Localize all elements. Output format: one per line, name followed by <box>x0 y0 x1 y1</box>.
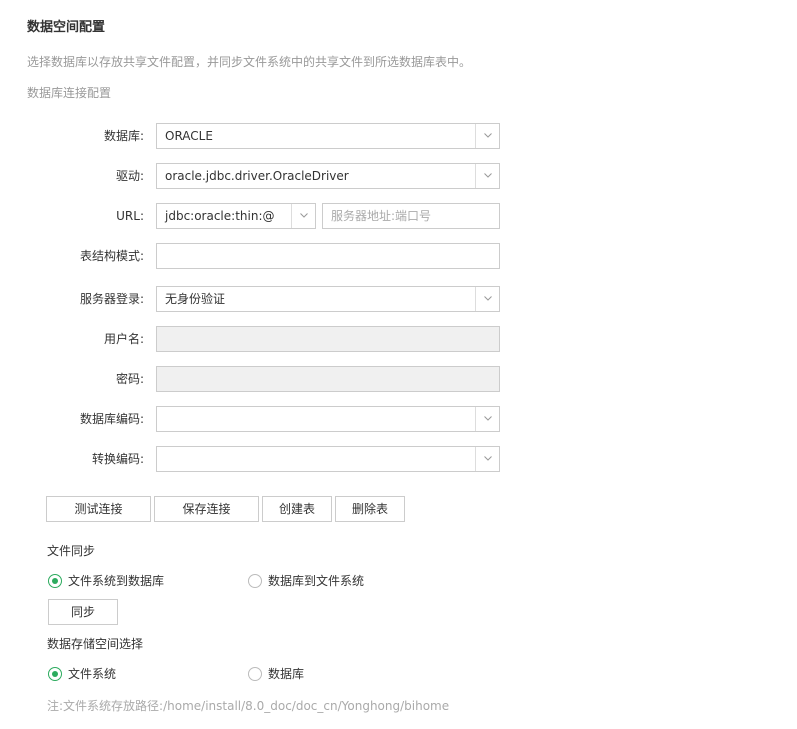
driver-label: 驱动: <box>115 169 144 183</box>
radio-db-to-fs-label: 数据库到文件系统 <box>268 574 365 588</box>
page-description: 选择数据库以存放共享文件配置，并同步文件系统中的共享文件到所选数据库表中。 <box>27 55 472 69</box>
storage-title: 数据存储空间选择 <box>47 637 144 651</box>
schema-label: 表结构模式: <box>79 249 144 263</box>
convert-encoding-select[interactable] <box>156 446 500 472</box>
username-input <box>156 326 500 352</box>
radio-unchecked-icon <box>248 574 262 588</box>
create-table-button[interactable]: 创建表 <box>262 496 332 522</box>
server-login-label: 服务器登录: <box>79 292 144 306</box>
database-value: ORACLE <box>165 129 213 143</box>
delete-table-button[interactable]: 删除表 <box>335 496 405 522</box>
schema-input[interactable] <box>156 243 500 269</box>
row-database: 数据库: ORACLE <box>0 123 520 149</box>
row-schema: 表结构模式: <box>0 243 520 269</box>
sync-button[interactable]: 同步 <box>48 599 118 625</box>
chevron-down-icon[interactable] <box>475 124 499 148</box>
database-select[interactable]: ORACLE <box>156 123 500 149</box>
url-prefix-select[interactable]: jdbc:oracle:thin:@ <box>156 203 316 229</box>
chevron-down-icon[interactable] <box>475 407 499 431</box>
password-label: 密码: <box>115 372 144 386</box>
section-label-db-connection: 数据库连接配置 <box>27 86 112 100</box>
row-driver: 驱动: oracle.jdbc.driver.OracleDriver <box>0 163 520 189</box>
driver-value: oracle.jdbc.driver.OracleDriver <box>165 169 349 183</box>
db-encoding-select[interactable] <box>156 406 500 432</box>
radio-checked-icon <box>48 574 62 588</box>
chevron-down-icon[interactable] <box>475 287 499 311</box>
row-server-login: 服务器登录: 无身份验证 <box>0 286 520 312</box>
radio-storage-fs-label: 文件系统 <box>68 667 117 681</box>
convert-encoding-label: 转换编码: <box>91 452 144 466</box>
url-host-input[interactable] <box>322 203 500 229</box>
server-login-select[interactable]: 无身份验证 <box>156 286 500 312</box>
db-encoding-label: 数据库编码: <box>79 412 144 426</box>
row-convert-encoding: 转换编码: <box>0 446 520 472</box>
password-input <box>156 366 500 392</box>
database-label: 数据库: <box>103 129 144 143</box>
file-sync-title: 文件同步 <box>47 544 96 558</box>
url-prefix-value: jdbc:oracle:thin:@ <box>165 209 275 223</box>
test-connection-button[interactable]: 测试连接 <box>46 496 151 522</box>
radio-fs-to-db-label: 文件系统到数据库 <box>68 574 165 588</box>
row-db-encoding: 数据库编码: <box>0 406 520 432</box>
url-label: URL: <box>116 209 144 223</box>
radio-checked-icon <box>48 667 62 681</box>
storage-path-note: 注:文件系统存放路径:/home/install/8.0_doc/doc_cn/… <box>47 699 450 713</box>
page-title: 数据空间配置 <box>27 20 106 35</box>
chevron-down-icon[interactable] <box>475 164 499 188</box>
chevron-down-icon[interactable] <box>291 204 315 228</box>
row-url: URL: jdbc:oracle:thin:@ <box>0 203 520 229</box>
row-password: 密码: <box>0 366 520 392</box>
radio-unchecked-icon <box>248 667 262 681</box>
driver-select[interactable]: oracle.jdbc.driver.OracleDriver <box>156 163 500 189</box>
radio-storage-db-label: 数据库 <box>268 667 305 681</box>
server-login-value: 无身份验证 <box>165 292 226 306</box>
row-username: 用户名: <box>0 326 520 352</box>
username-label: 用户名: <box>103 332 144 346</box>
save-connection-button[interactable]: 保存连接 <box>154 496 259 522</box>
chevron-down-icon[interactable] <box>475 447 499 471</box>
